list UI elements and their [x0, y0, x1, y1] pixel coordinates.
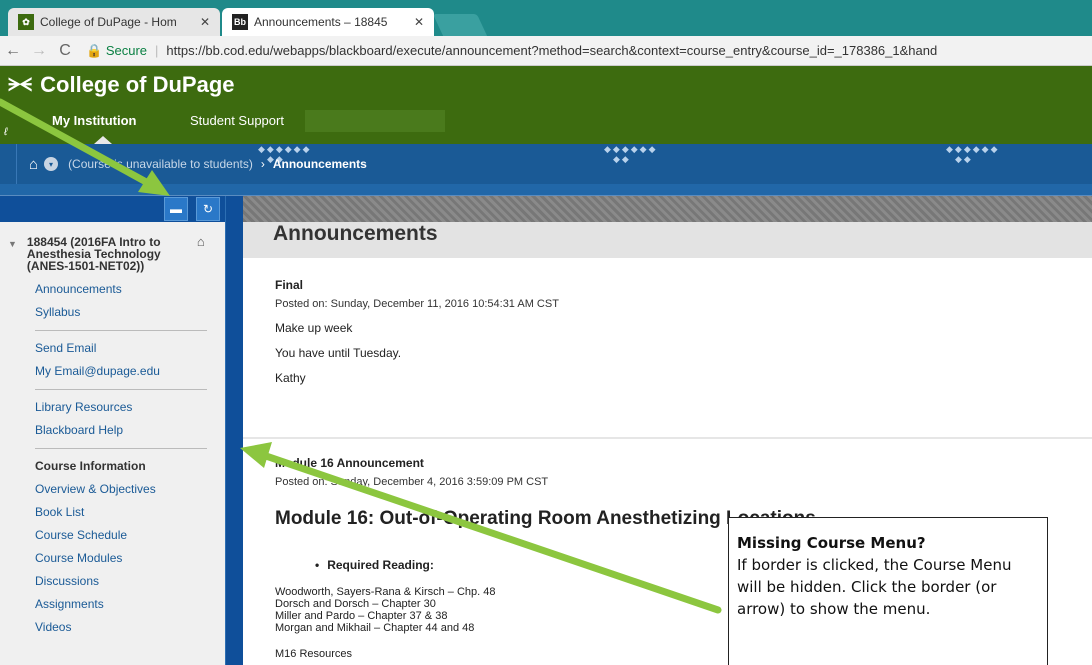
new-tab-button[interactable]: [432, 14, 488, 36]
course-title: ▼ 188454 (2016FA Intro to Anesthesia Tec…: [8, 235, 225, 272]
body-line: Make up week: [275, 321, 353, 335]
refresh-button[interactable]: ↻: [196, 197, 220, 221]
cod-favicon-icon: ✿: [18, 14, 34, 30]
course-name[interactable]: 188454 (2016FA Intro to Anesthesia Techn…: [27, 236, 187, 272]
link-icon: ℓ: [4, 126, 8, 138]
menu-item-videos[interactable]: Videos: [35, 616, 225, 639]
announcement-title: Module 16 Announcement: [275, 456, 424, 470]
page-title: Announcements: [273, 222, 438, 245]
decorative-grid: [0, 184, 1092, 196]
announcement-date: Posted on: Sunday, December 11, 2016 10:…: [275, 298, 559, 310]
breadcrumb-separator: ›: [260, 157, 265, 171]
logo-text: College of DuPage: [40, 72, 235, 97]
menu-item-overview[interactable]: Overview & Objectives: [35, 478, 225, 501]
active-tab-pointer: [94, 136, 112, 144]
home-icon[interactable]: ⌂: [29, 156, 38, 173]
breadcrumb-unavailable: (Course is unavailable to students): [68, 157, 253, 171]
menu-item-book-list[interactable]: Book List: [35, 501, 225, 524]
course-menu: ▼ 188454 (2016FA Intro to Anesthesia Tec…: [0, 222, 225, 665]
course-menu-list: Announcements Syllabus Send Email My Ema…: [35, 278, 225, 639]
site-logo[interactable]: ᗒᗕ College of DuPage: [8, 72, 235, 98]
close-icon[interactable]: ✕: [414, 15, 424, 29]
folder-icon: ▬: [170, 202, 182, 216]
course-menu-toolbar: ▬ ↻: [0, 196, 225, 222]
browser-tab-label: College of DuPage - Hom: [40, 15, 177, 29]
menu-divider: [35, 448, 207, 449]
body-line: You have until Tuesday.: [275, 346, 402, 360]
announcement-divider: [243, 437, 1092, 439]
url-text: https://bb.cod.edu/webapps/blackboard/ex…: [166, 43, 938, 58]
callout-box: Missing Course Menu? If border is clicke…: [728, 517, 1048, 665]
folder-view-button[interactable]: ▬: [164, 197, 188, 221]
menu-toggle-border[interactable]: [225, 196, 243, 665]
menu-divider: [35, 330, 207, 331]
menu-item-send-email[interactable]: Send Email: [35, 337, 225, 360]
menu-divider: [35, 389, 207, 390]
callout-title: Missing Course Menu?: [737, 534, 926, 552]
menu-item-library[interactable]: Library Resources: [35, 396, 225, 419]
caret-down-icon[interactable]: ▼: [8, 238, 17, 272]
announcement-item: Final Posted on: Sunday, December 11, 20…: [275, 278, 1075, 385]
breadcrumb-trail: ⌂ ▾ (Course is unavailable to students) …: [16, 144, 367, 184]
decorative-pattern: ◆◆◆◆◆◆ ◆◆: [946, 144, 1000, 164]
browser-tab-label: Announcements – 18845: [254, 15, 388, 29]
tab-my-institution[interactable]: My Institution: [52, 113, 137, 128]
callout-text: If border is clicked, the Course Menu wi…: [737, 556, 1012, 618]
body-line: Kathy: [275, 371, 306, 385]
cod-logo-icon: ᗒᗕ: [8, 74, 32, 95]
announcement-date: Posted on: Sunday, December 4, 2016 3:59…: [275, 476, 549, 488]
browser-tab-strip: ✿ College of DuPage - Hom ✕ Bb Announcem…: [0, 0, 1092, 36]
url-separator: |: [155, 43, 159, 58]
home-icon[interactable]: ⌂: [197, 235, 205, 272]
menu-item-blackboard-help[interactable]: Blackboard Help: [35, 419, 225, 442]
blackboard-favicon-icon: Bb: [232, 14, 248, 30]
menu-item-my-email[interactable]: My Email@dupage.edu: [35, 360, 225, 383]
menu-item-course-schedule[interactable]: Course Schedule: [35, 524, 225, 547]
address-bar: ← → C 🔒 Secure | https://bb.cod.edu/weba…: [0, 36, 1092, 66]
menu-item-assignments[interactable]: Assignments: [35, 593, 225, 616]
announcement-title: Final: [275, 278, 304, 292]
forward-arrow-icon[interactable]: →: [26, 42, 52, 60]
menu-item-course-modules[interactable]: Course Modules: [35, 547, 225, 570]
back-arrow-icon[interactable]: ←: [0, 42, 26, 60]
breadcrumb-current: Announcements: [272, 157, 367, 171]
tab-student-support[interactable]: Student Support: [190, 113, 284, 128]
secure-indicator: 🔒 Secure: [86, 42, 148, 58]
page-title-bar: Announcements: [243, 222, 1092, 258]
tab-placeholder: [305, 110, 445, 132]
browser-tab-announcements[interactable]: Bb Announcements – 18845 ✕: [222, 8, 434, 36]
browser-tab-college[interactable]: ✿ College of DuPage - Hom ✕: [8, 8, 220, 36]
site-header: ᗒᗕ College of DuPage My Institution Stud…: [0, 66, 1092, 144]
menu-item-discussions[interactable]: Discussions: [35, 570, 225, 593]
close-icon[interactable]: ✕: [200, 15, 210, 29]
lock-icon: 🔒: [86, 42, 103, 58]
menu-item-syllabus[interactable]: Syllabus: [35, 301, 225, 324]
menu-item-announcements[interactable]: Announcements: [35, 278, 225, 301]
decorative-pattern: ◆◆◆◆◆◆ ◆◆: [604, 144, 658, 164]
reload-icon[interactable]: C: [52, 42, 78, 60]
content-header-band: [243, 196, 1092, 222]
chevron-down-icon[interactable]: ▾: [44, 157, 59, 171]
refresh-icon: ↻: [202, 202, 214, 216]
menu-header-course-information: Course Information: [35, 459, 146, 473]
url-field[interactable]: 🔒 Secure | https://bb.cod.edu/webapps/bl…: [86, 39, 1092, 63]
announcement-body: Make up week You have until Tuesday. Kat…: [275, 322, 1075, 385]
breadcrumb: ◆◆◆◆◆◆ ◆◆ ◆◆◆◆◆◆ ◆◆ ◆◆◆◆◆◆ ◆◆ ⌂ ▾ (Cours…: [0, 144, 1092, 184]
